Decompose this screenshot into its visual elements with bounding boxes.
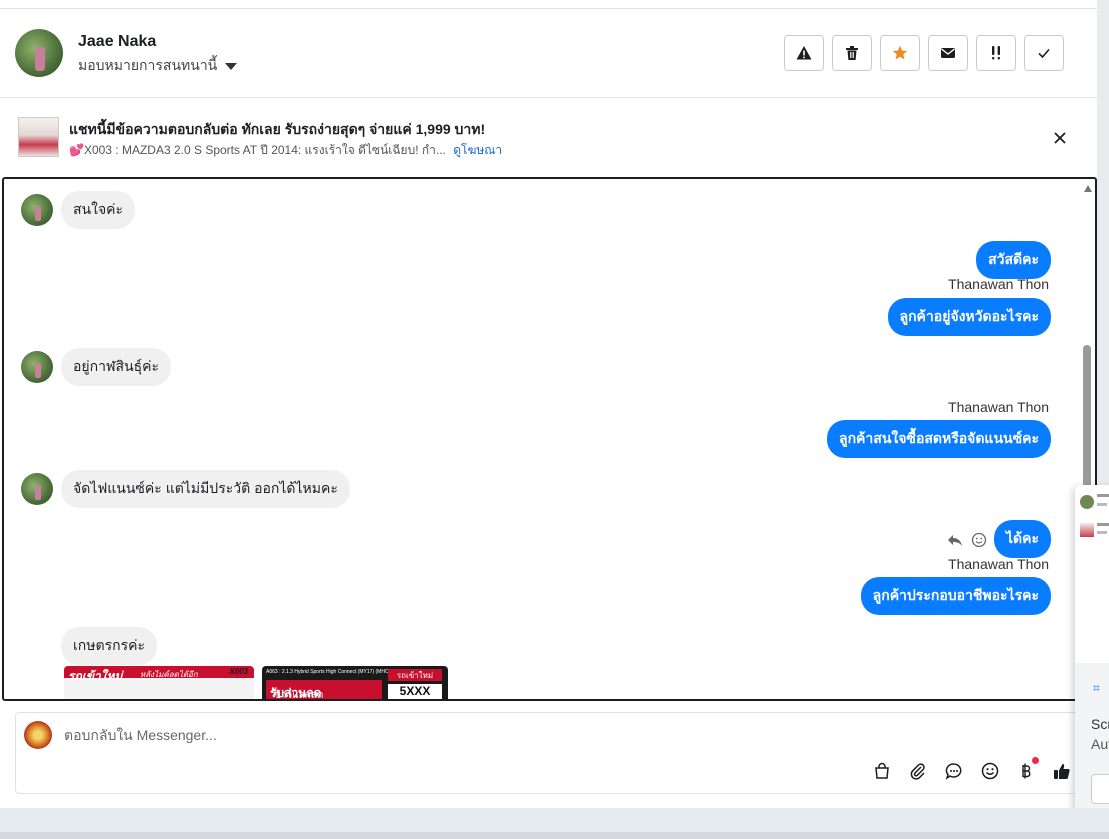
popup-thumbnail [1080, 523, 1094, 537]
popup-text: Aut [1091, 736, 1109, 752]
incoming-message: อยู่กาฬสินธุ์ค่ะ [21, 348, 172, 386]
ad-context-banner: แชทนี้มีข้อความตอบกลับต่อ ทักเลย รับรถง่… [0, 98, 1097, 178]
emoji-icon [981, 762, 999, 780]
popup-avatar [1080, 495, 1094, 509]
report-spam-button[interactable] [784, 35, 824, 71]
contact-avatar-small [21, 473, 53, 505]
mark-done-button[interactable] [1024, 35, 1064, 71]
message-thread[interactable]: สนใจค่ะ สวัสดีคะ Thanawan Thon ลูกค้าอยู… [2, 177, 1097, 701]
check-icon [1038, 48, 1050, 59]
reply-icon[interactable] [947, 532, 963, 548]
attach-button[interactable] [908, 761, 928, 781]
popup-line [1097, 531, 1107, 534]
mail-icon [941, 48, 955, 58]
incoming-message: จัดไฟแนนซ์ค่ะ แต่ไม่มีประวัติ ออกได้ไหมค… [21, 470, 350, 508]
notification-dot [1032, 757, 1039, 764]
reply-composer [15, 712, 1097, 794]
price: 5XXX [388, 684, 442, 699]
message-bubble[interactable]: อยู่กาฬสินธุ์ค่ะ [61, 348, 172, 386]
emoji-button[interactable] [980, 761, 1000, 781]
sender-name: Thanawan Thon [948, 399, 1049, 415]
message-bubble[interactable]: สนใจค่ะ [61, 191, 136, 229]
like-button[interactable] [1052, 761, 1072, 781]
outgoing-message-bubble[interactable]: ลูกค้าสนใจซื้อสดหรือจัดแนนซ์คะ [827, 420, 1051, 458]
message-bubble[interactable]: เกษตรกรค่ะ [61, 627, 157, 665]
emoji-reaction-icon[interactable] [971, 532, 987, 548]
inbox-app: Jaae Naka มอบหมายการสนทนานี้ แชทนี้มีข้อ… [0, 0, 1097, 808]
ad-thumbnail[interactable] [18, 117, 59, 157]
outgoing-message-bubble[interactable]: ได้คะ [993, 520, 1051, 558]
star-icon [892, 45, 908, 60]
assign-conversation-dropdown[interactable]: มอบหมายการสนทนานี้ [78, 55, 238, 77]
scroll-up-arrow-icon[interactable] [1084, 185, 1092, 192]
badge: รถเข้าใหม่ [388, 669, 442, 681]
popup-text: Scr [1091, 716, 1109, 732]
warning-icon [796, 46, 812, 60]
incoming-message: เกษตรกรค่ะ [61, 627, 157, 665]
popup-line [1097, 503, 1107, 506]
outgoing-message-bubble[interactable]: ลูกค้าอยู่จังหวัดอะไรคะ [887, 298, 1051, 336]
popup-line [1097, 494, 1109, 497]
sender-name: Thanawan Thon [948, 276, 1049, 292]
mark-unread-button[interactable] [928, 35, 968, 71]
image-header: A063 : 2.1.3 Hybrid Sports High Connect … [266, 669, 398, 675]
image-attachments: รถเข้าใหม่ หลังไมค์ลดได้อีก X003 A063 : … [64, 666, 448, 701]
image-code: X003 [229, 667, 248, 676]
close-icon[interactable] [1050, 128, 1070, 148]
image-headline: รถเข้าใหม่ [68, 669, 123, 683]
outgoing-message-bubble[interactable]: สวัสดีคะ [976, 241, 1051, 279]
chat-bubble-icon [945, 763, 962, 780]
ad-title: แชทนี้มีข้อความตอบกลับต่อ ทักเลย รับรถง่… [69, 121, 486, 137]
app-logo-icon: ⌗ [1093, 681, 1100, 695]
ad-description: 💕X003 : MAZDA3 2.0 S Sports AT ปี 2014: … [69, 143, 446, 157]
view-ad-link[interactable]: ดูโฆษณา [453, 143, 502, 157]
promo-text: ข้าวแลกลด รับส่วนลด [270, 686, 324, 701]
saved-replies-button[interactable] [944, 761, 964, 781]
notification-popup[interactable]: ⌗ Scr Aut [1075, 485, 1109, 821]
caret-down-icon [225, 62, 238, 70]
attachment-image[interactable]: รถเข้าใหม่ หลังไมค์ลดได้อีก X003 [64, 666, 254, 699]
composer-tools [872, 757, 1072, 781]
assign-label: มอบหมายการสนทนานี้ [78, 57, 218, 73]
bottom-bar [0, 808, 1109, 839]
thumbs-up-icon [1054, 764, 1070, 779]
attachment-image[interactable]: A063 : 2.1.3 Hybrid Sports High Connect … [262, 666, 448, 701]
mark-important-button[interactable] [976, 35, 1016, 71]
paperclip-icon [910, 763, 925, 780]
message-bubble[interactable]: จัดไฟแนนซ์ค่ะ แต่ไม่มีประวัติ ออกได้ไหมค… [61, 470, 350, 508]
delete-button[interactable] [832, 35, 872, 71]
ad-subtitle: 💕X003 : MAZDA3 2.0 S Sports AT ปี 2014: … [69, 141, 502, 160]
page-avatar [24, 721, 52, 749]
promo-banner: ข้าวแลกลด รับส่วนลด [266, 680, 382, 701]
bag-icon [875, 762, 889, 779]
image-tag: หลังไมค์ลดได้อีก [140, 670, 198, 679]
payment-button[interactable] [1016, 757, 1039, 781]
contact-avatar[interactable] [15, 29, 63, 77]
shop-button[interactable] [872, 761, 892, 781]
contact-name[interactable]: Jaae Naka [78, 33, 156, 51]
sender-name: Thanawan Thon [948, 556, 1049, 572]
popup-button[interactable] [1091, 774, 1109, 804]
outgoing-message-bubble[interactable]: ลูกค้าประกอบอาชีพอะไรคะ [860, 577, 1051, 615]
star-button[interactable] [880, 35, 920, 71]
message-actions [947, 532, 987, 548]
incoming-message: สนใจค่ะ [21, 191, 136, 229]
contact-avatar-small [21, 194, 53, 226]
taskbar-strip [0, 832, 1109, 839]
scroll-thumb[interactable] [1083, 345, 1091, 491]
baht-icon [1022, 763, 1031, 779]
header-actions [784, 35, 1064, 71]
popup-line [1097, 523, 1109, 526]
double-exclamation-icon [992, 46, 1000, 60]
reply-input[interactable] [64, 727, 964, 743]
conversation-header: Jaae Naka มอบหมายการสนทนานี้ [0, 9, 1097, 98]
trash-icon [846, 46, 858, 60]
contact-avatar-small [21, 351, 53, 383]
